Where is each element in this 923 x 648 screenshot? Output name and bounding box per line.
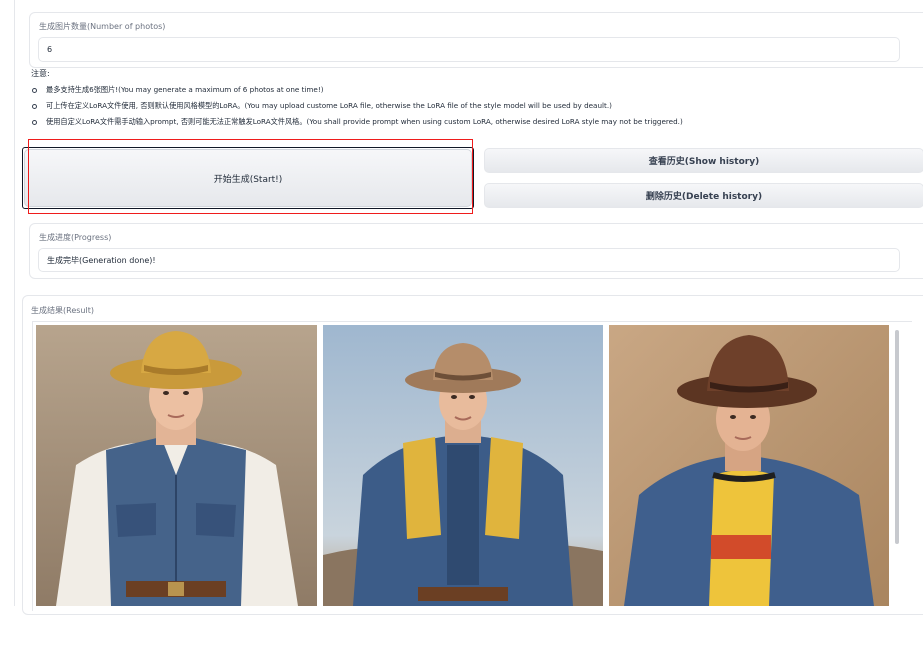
note-item-1: 最多支持生成6张图片!(You may generate a maximum o… <box>32 85 324 95</box>
num-photos-input[interactable]: 6 <box>38 37 900 62</box>
note-text: 最多支持生成6张图片!(You may generate a maximum o… <box>46 85 324 94</box>
bullet-icon <box>32 103 37 109</box>
progress-label: 生成进度(Progress) <box>39 233 112 242</box>
bullet-icon <box>32 87 37 93</box>
result-image-1[interactable] <box>36 325 317 606</box>
show-history-button[interactable]: 查看历史(Show history) <box>484 148 923 173</box>
delete-history-button[interactable]: 删除历史(Delete history) <box>484 183 923 208</box>
note-item-2: 可上传在定义LoRA文件使用, 否则默认使用风格模型的LoRA。(You may… <box>32 101 612 111</box>
progress-output: 生成完毕(Generation done)! <box>38 248 900 272</box>
result-image-3[interactable] <box>609 325 889 606</box>
result-image-2[interactable] <box>323 325 603 606</box>
page-left-border <box>14 0 15 606</box>
progress-block: 生成进度(Progress) 生成完毕(Generation done)! <box>29 223 923 279</box>
bullet-icon <box>32 119 37 125</box>
notes-title: 注意: <box>31 69 50 78</box>
cowboy-portrait-image <box>36 325 317 606</box>
note-text: 使用自定义LoRA文件需手动输入prompt, 否则可能无法正常触发LoRA文件… <box>46 117 683 126</box>
cowboy-portrait-image <box>609 325 889 606</box>
num-photos-block: 生成图片数量(Number of photos) 6 <box>29 12 923 68</box>
result-label: 生成结果(Result) <box>31 306 94 315</box>
num-photos-label: 生成图片数量(Number of photos) <box>39 22 166 31</box>
start-button[interactable]: 开始生成(Start!) <box>24 149 472 207</box>
note-item-3: 使用自定义LoRA文件需手动输入prompt, 否则可能无法正常触发LoRA文件… <box>32 117 683 127</box>
note-text: 可上传在定义LoRA文件使用, 否则默认使用风格模型的LoRA。(You may… <box>46 101 612 110</box>
gallery-scrollbar[interactable] <box>895 330 899 544</box>
cowboy-portrait-image <box>323 325 603 606</box>
